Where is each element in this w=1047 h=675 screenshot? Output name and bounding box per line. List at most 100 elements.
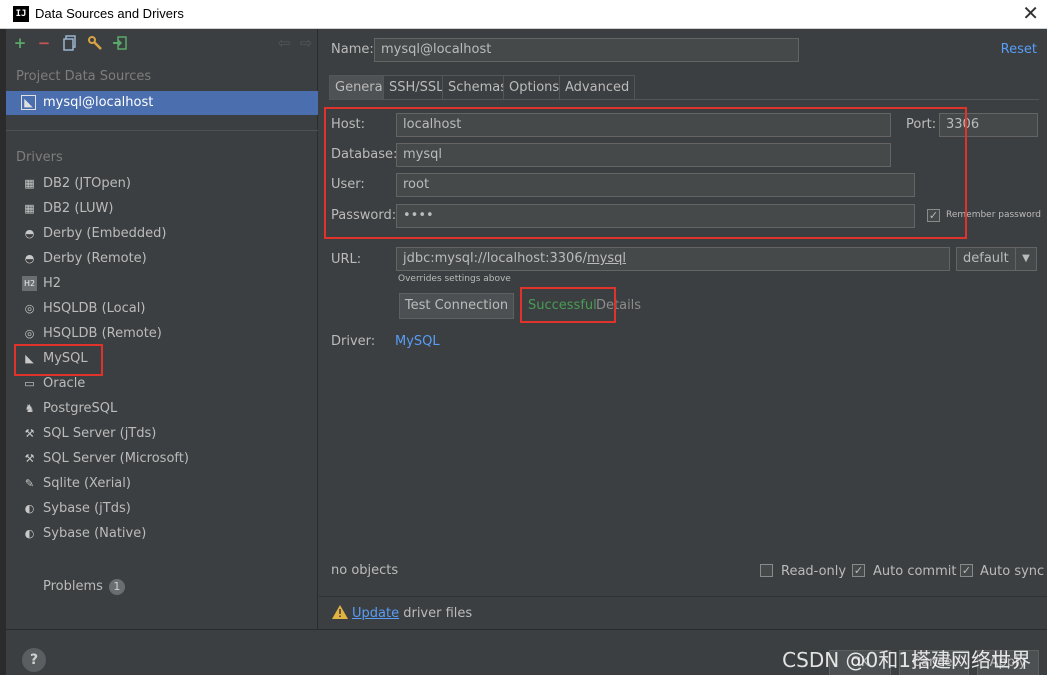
driver-label: DB2 (LUW) [43,201,114,216]
driver-settings-icon[interactable] [87,35,103,51]
driver-label: Driver: [331,334,376,349]
mysql-highlight-box [14,344,103,376]
driver-label: H2 [43,276,62,291]
drivers-heading: Drivers [16,150,63,165]
sybase-icon: ◐ [24,527,35,540]
driver-item[interactable]: ◐ Sybase (Native) [16,523,306,545]
name-field[interactable]: mysql@localhost [374,38,799,62]
driver-item[interactable]: ⚒ SQL Server (jTds) [16,423,306,445]
data-source-item[interactable]: ◣ mysql@localhost [6,91,318,115]
read-only-checkbox[interactable] [760,564,773,577]
hsqldb-icon: ◎ [24,302,35,315]
auto-commit-label: Auto commit [873,564,957,579]
postgresql-elephant-icon: ♞ [24,402,35,415]
tab-ssh-ssl[interactable]: SSH/SSL [383,75,450,99]
url-mode-value: default [963,251,1009,266]
sybase-icon: ◐ [24,502,35,515]
derby-hat-icon: ◓ [24,227,35,240]
reset-link[interactable]: Reset [1001,42,1037,57]
bottom-bar: ? OK Cancel Apply CSDN @0和1搭建网络世界 [6,629,1047,675]
duplicate-icon[interactable] [62,35,78,51]
auto-sync-checkbox[interactable]: ✓ [960,564,973,577]
window-title: Data Sources and Drivers [35,6,184,21]
url-prefix: jdbc:mysql://localhost:3306/ [403,251,587,266]
warning-icon [332,605,348,619]
url-mode-dropdown[interactable]: default ▼ [956,247,1037,271]
driver-label: HSQLDB (Local) [43,301,146,316]
forward-arrow-icon[interactable]: ⇨ [298,35,314,51]
driver-label: Sybase (Native) [43,526,147,541]
problems-item[interactable]: Problems 1 [43,579,125,595]
divider [6,130,318,131]
driver-link[interactable]: MySQL [395,334,440,349]
chevron-down-icon: ▼ [1015,248,1036,270]
test-connection-button[interactable]: Test Connection [399,293,514,319]
sidebar: + − ⇦ ⇨ Project Data Sources ◣ mysql@loc… [6,29,318,629]
hsqldb-icon: ◎ [24,327,35,340]
objects-status: no objects [331,563,399,578]
update-notice: Update driver files [352,606,472,621]
driver-label: Sqlite (Xerial) [43,476,131,491]
read-only-label: Read-only [781,564,847,579]
ibm-db2-icon: ▦ [24,177,35,190]
problems-count-badge: 1 [108,579,125,595]
data-source-label: mysql@localhost [43,95,154,110]
url-note: Overrides settings above [398,274,511,284]
sqlite-feather-icon: ✎ [24,477,35,490]
driver-label: Derby (Remote) [43,251,147,266]
help-button[interactable]: ? [22,648,46,672]
success-highlight-box [520,287,616,323]
driver-item[interactable]: ✎ Sqlite (Xerial) [16,473,306,495]
csdn-watermark: CSDN @0和1搭建网络世界 [782,648,1031,672]
update-link[interactable]: Update [352,606,399,621]
problems-label: Problems [43,579,103,594]
driver-item[interactable]: ▭ Oracle [16,373,306,395]
project-data-sources-heading: Project Data Sources [16,69,152,84]
url-field[interactable]: jdbc:mysql://localhost:3306/mysql [396,247,950,271]
driver-label: PostgreSQL [43,401,118,416]
add-icon[interactable]: + [12,35,28,51]
oracle-icon: ▭ [24,377,35,390]
driver-item[interactable]: ◓ Derby (Remote) [16,248,306,270]
driver-label: Derby (Embedded) [43,226,167,241]
url-label: URL: [331,252,362,267]
auto-commit-checkbox[interactable]: ✓ [852,564,865,577]
driver-item[interactable]: H2 H2 [16,273,306,295]
driver-label: Sybase (jTds) [43,501,131,516]
ibm-db2-icon: ▦ [24,202,35,215]
driver-item[interactable]: ◎ HSQLDB (Local) [16,298,306,320]
driver-item[interactable]: ▦ DB2 (LUW) [16,198,306,220]
footer-divider [319,596,1047,597]
driver-item[interactable]: ◎ HSQLDB (Remote) [16,323,306,345]
driver-label: DB2 (JTOpen) [43,176,131,191]
driver-label: Oracle [43,376,86,391]
auto-sync-label: Auto sync [980,564,1045,579]
driver-label: HSQLDB (Remote) [43,326,162,341]
driver-item[interactable]: ▦ DB2 (JTOpen) [16,173,306,195]
driver-item[interactable]: ⚒ SQL Server (Microsoft) [16,448,306,470]
main-panel: Name: mysql@localhost Reset General SSH/… [319,29,1047,629]
driver-item[interactable]: ♞ PostgreSQL [16,398,306,420]
driver-item[interactable]: ◐ Sybase (jTds) [16,498,306,520]
tab-underline [329,99,1039,100]
mysql-dolphin-icon: ◣ [21,95,36,110]
driver-label: SQL Server (Microsoft) [43,451,189,466]
driver-label: SQL Server (jTds) [43,426,157,441]
h2-icon: H2 [22,276,37,291]
title-bar: IJ Data Sources and Drivers ✕ [0,0,1047,29]
import-icon[interactable] [112,35,128,51]
derby-hat-icon: ◓ [24,252,35,265]
url-database: mysql [586,251,626,266]
tab-options[interactable]: Options [503,75,566,99]
name-label: Name: [331,42,374,57]
tab-advanced[interactable]: Advanced [559,75,636,99]
connection-highlight-box [324,107,967,239]
sqlserver-icon: ⚒ [24,427,35,440]
back-arrow-icon[interactable]: ⇦ [276,35,292,51]
close-icon[interactable]: ✕ [1022,2,1039,24]
remove-icon[interactable]: − [36,35,52,51]
update-notice-text: driver files [399,606,473,621]
intellij-logo-icon: IJ [13,6,29,22]
sqlserver-icon: ⚒ [24,452,35,465]
driver-item[interactable]: ◓ Derby (Embedded) [16,223,306,245]
